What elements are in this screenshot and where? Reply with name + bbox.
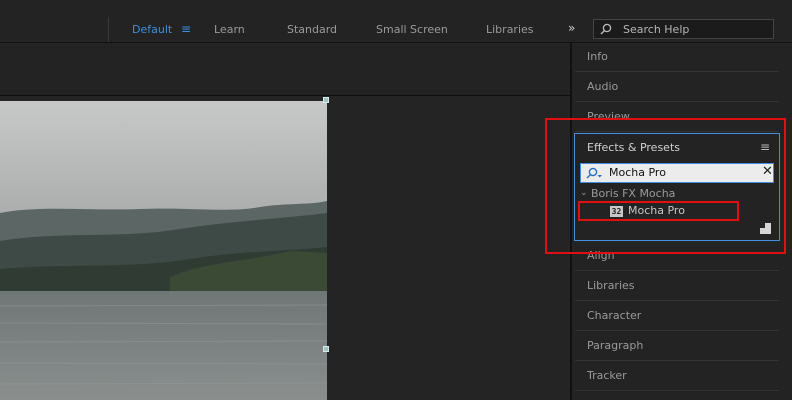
panel-tab-label: Tracker (587, 369, 627, 382)
workspace-default[interactable]: Default (132, 23, 172, 36)
transform-handle-middle-right[interactable] (323, 346, 329, 352)
panel-tab-label: Audio (587, 80, 619, 93)
composition-frame-image (0, 101, 327, 400)
lake-landscape-image (0, 101, 327, 400)
search-help-field[interactable]: Search Help (593, 19, 774, 39)
panel-tab-character[interactable]: Character (575, 302, 779, 331)
panel-tab-label: Libraries (587, 279, 635, 292)
workspace-menu-icon[interactable]: ≡ (181, 22, 191, 36)
workspace-libraries[interactable]: Libraries (486, 23, 534, 36)
workspace-overflow-icon[interactable]: » (568, 21, 575, 35)
toolbar-divider (108, 17, 109, 42)
workspace-learn[interactable]: Learn (214, 23, 245, 36)
search-help-placeholder: Search Help (623, 23, 690, 36)
panel-tab-tracker[interactable]: Tracker (575, 362, 779, 391)
transform-handle-top-right[interactable] (323, 97, 329, 103)
panel-tab-info[interactable]: Info (575, 43, 779, 72)
panel-tab-libraries[interactable]: Libraries (575, 272, 779, 301)
panel-tab-paragraph[interactable]: Paragraph (575, 332, 779, 361)
panel-tab-label: Character (587, 309, 642, 322)
highlight-box-effects-panel (545, 118, 786, 254)
panel-tab-audio[interactable]: Audio (575, 73, 779, 102)
highlight-box-mocha-pro (578, 201, 739, 221)
composition-header (0, 43, 570, 96)
search-icon (600, 23, 612, 35)
workspace-standard[interactable]: Standard (287, 23, 337, 36)
panel-tab-label: Info (587, 50, 608, 63)
panel-tab-label: Paragraph (587, 339, 644, 352)
workspace-small-screen[interactable]: Small Screen (376, 23, 448, 36)
workspace-bar: Default ≡ Learn Standard Small Screen Li… (0, 0, 792, 43)
